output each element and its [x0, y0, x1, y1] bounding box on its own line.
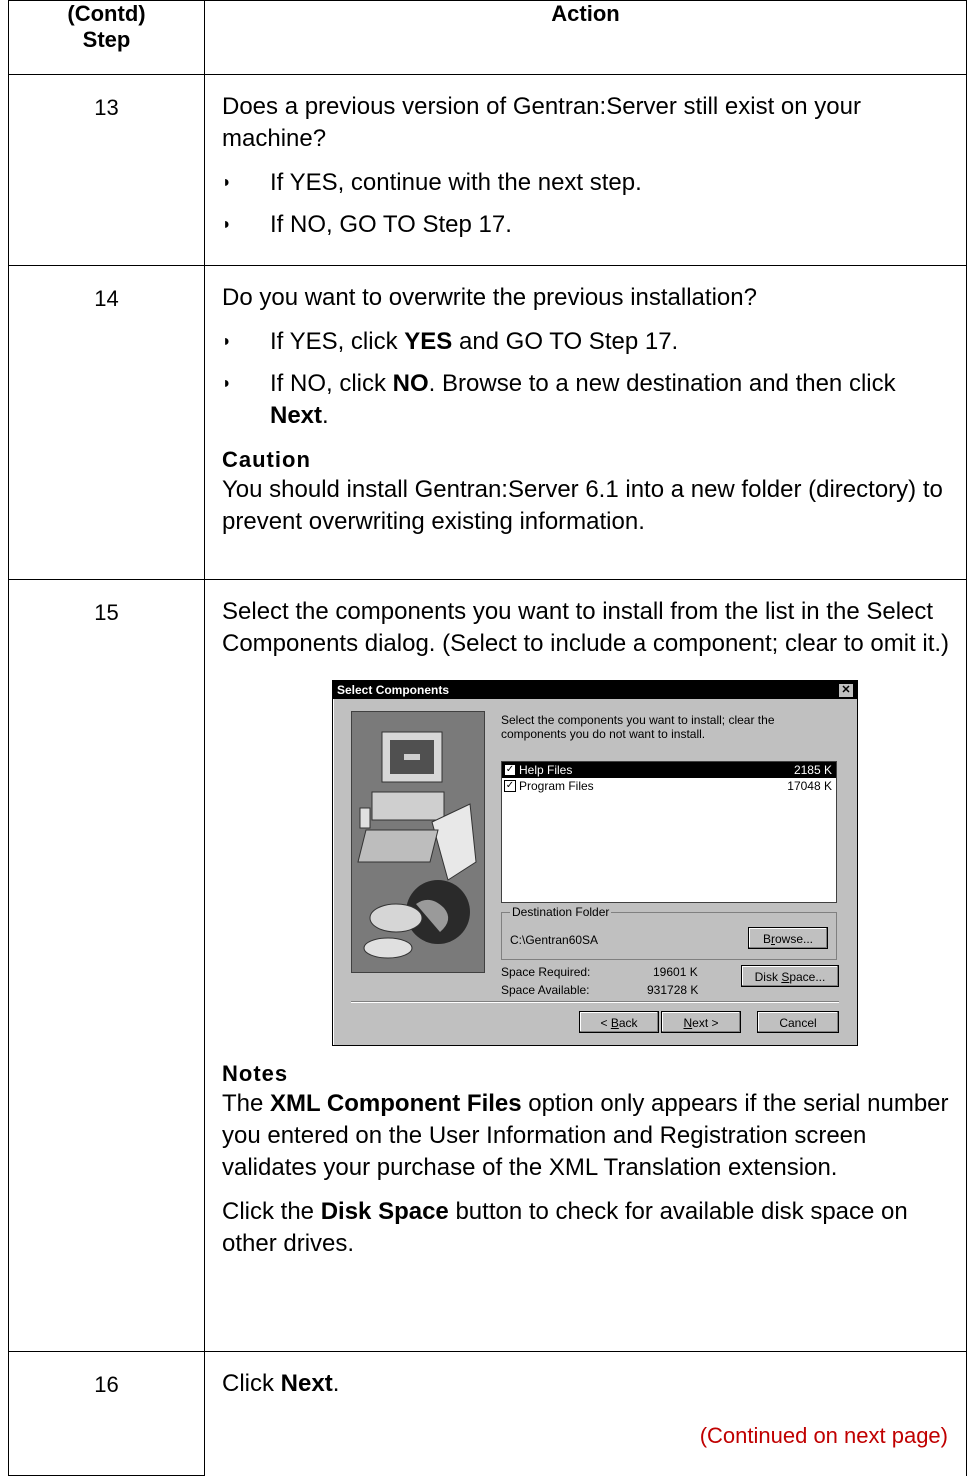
step-instructions: Select the components you want to instal…	[222, 598, 950, 657]
step-question: Do you want to overwrite the previous in…	[222, 284, 757, 311]
note-text: Click the Disk Space button to check for…	[222, 1198, 908, 1257]
continued-note: (Continued on next page)	[699, 1423, 948, 1448]
step-header-line1: (Contd)	[67, 1, 146, 26]
step-number: 13	[8, 74, 205, 266]
bullet-icon: ◗	[222, 333, 232, 350]
table-row: 15 Select the components you want to ins…	[8, 579, 967, 1352]
table-row: 16 Click Next. (Continued on next page)	[8, 1351, 967, 1476]
select-components-dialog: Select Components ✕ Select the component…	[332, 680, 858, 1046]
notes-heading: Notes	[222, 1061, 289, 1086]
action-column-header: Action	[204, 0, 967, 75]
table-row: 14 Do you want to overwrite the previous…	[8, 265, 967, 580]
computer-illustration	[351, 711, 485, 973]
bullet-icon: ◗	[222, 375, 232, 392]
caution-heading: Caution	[222, 447, 311, 472]
cancel-button[interactable]: Cancel	[757, 1011, 839, 1033]
space-available-value: 931728 K	[647, 983, 699, 997]
space-required-label: Space Required:	[501, 965, 591, 979]
list-item: ◗ If NO, click NO. Browse to a new destin…	[222, 368, 952, 432]
list-item[interactable]: ✓ Program Files 17048 K	[502, 778, 836, 794]
close-icon[interactable]: ✕	[838, 683, 854, 698]
step-action: Do you want to overwrite the previous in…	[204, 265, 967, 580]
checkbox-checked-icon[interactable]: ✓	[504, 780, 516, 792]
bullet-icon: ◗	[222, 174, 232, 191]
note-text: The XML Component Files option only appe…	[222, 1090, 949, 1181]
dialog-separator	[351, 1001, 839, 1003]
step-instructions: Click Next.	[222, 1370, 340, 1397]
table-header-row: (Contd) Step Action	[8, 0, 967, 75]
disk-space-button[interactable]: Disk Space...	[741, 965, 839, 987]
browse-button[interactable]: Browse...	[748, 927, 828, 949]
steps-table: (Contd) Step Action 13 Does a previous v…	[8, 0, 967, 1476]
step-action: Select the components you want to instal…	[204, 579, 967, 1352]
table-row: 13 Does a previous version of Gentran:Se…	[8, 74, 967, 266]
destination-path: C:\Gentran60SA	[510, 933, 599, 947]
destination-folder-label: Destination Folder	[510, 905, 612, 919]
dialog-intro-text: Select the components you want to instal…	[501, 713, 775, 741]
step-action: Does a previous version of Gentran:Serve…	[204, 74, 967, 266]
space-required-value: 19601 K	[653, 965, 698, 979]
list-item[interactable]: ✓ Help Files 2185 K	[502, 762, 836, 778]
list-item: ◗ If YES, click YES and GO TO Step 17.	[222, 326, 952, 358]
list-item: ◗ If YES, continue with the next step.	[222, 167, 952, 199]
step-header-line2: Step	[82, 27, 131, 52]
checkbox-checked-icon[interactable]: ✓	[504, 764, 516, 776]
step-action: Click Next. (Continued on next page)	[204, 1351, 967, 1476]
destination-folder-group: Destination Folder C:\Gentran60SA Browse…	[501, 905, 837, 960]
step-number: 14	[8, 265, 205, 580]
bullet-icon: ◗	[222, 216, 232, 233]
dialog-title-bar: Select Components ✕	[333, 681, 857, 699]
list-item: ◗ If NO, GO TO Step 17.	[222, 209, 952, 241]
step-column-header: (Contd) Step	[8, 0, 205, 75]
back-button[interactable]: < Back	[579, 1011, 659, 1033]
caution-text: You should install Gentran:Server 6.1 in…	[222, 476, 943, 535]
components-list[interactable]: ✓ Help Files 2185 K ✓ Program Files 1704…	[501, 761, 837, 903]
next-button[interactable]: Next >	[661, 1011, 741, 1033]
space-available-label: Space Available:	[501, 983, 590, 997]
step-number: 15	[8, 579, 205, 1352]
step-question: Does a previous version of Gentran:Serve…	[222, 93, 861, 152]
step-number: 16	[8, 1351, 205, 1476]
dialog-title: Select Components	[337, 683, 450, 697]
